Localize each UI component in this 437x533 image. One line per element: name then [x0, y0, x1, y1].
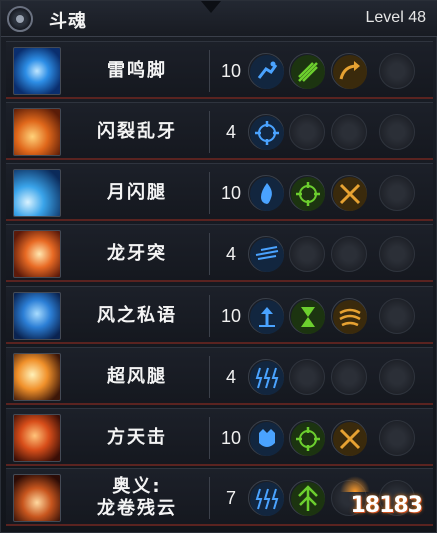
crossed-blades-icon[interactable]	[331, 420, 367, 456]
target-green-icon[interactable]	[289, 420, 325, 456]
row-divider	[209, 356, 210, 398]
empty-rune-slot[interactable]	[379, 236, 415, 272]
skill-level: 4	[225, 121, 236, 142]
empty-rune-slot[interactable]	[289, 236, 325, 272]
empty-rune-slot[interactable]	[379, 359, 415, 395]
empty-rune-slot[interactable]	[379, 420, 415, 456]
row-divider	[209, 172, 210, 214]
skill-level: 10	[220, 60, 242, 81]
blue-flame-icon[interactable]	[248, 175, 284, 211]
skill-name: 闪裂乱牙	[97, 121, 177, 142]
watermark-flame-icon	[340, 476, 370, 492]
panel-header: 斗魂 Level 48	[1, 1, 437, 37]
skill-row[interactable]: 龙牙突 4	[6, 224, 433, 282]
skill-row[interactable]: 月闪腿 10	[6, 163, 433, 221]
skill-row[interactable]: 风之私语 10	[6, 286, 433, 344]
burst-kick-icon[interactable]	[13, 353, 61, 401]
triple-bolt-icon[interactable]	[248, 480, 284, 516]
skill-name: 方天击	[107, 427, 167, 448]
row-divider	[209, 233, 210, 275]
target-green-icon[interactable]	[289, 175, 325, 211]
green-slash-icon[interactable]	[289, 53, 325, 89]
page-title: 斗魂	[49, 11, 87, 32]
fire-strike-icon[interactable]	[13, 414, 61, 462]
row-divider	[209, 50, 210, 92]
empty-rune-slot[interactable]	[331, 359, 367, 395]
skill-level: 7	[225, 487, 236, 508]
row-divider	[209, 295, 210, 337]
empty-rune-slot[interactable]	[379, 298, 415, 334]
row-divider	[209, 477, 210, 519]
empty-rune-slot[interactable]	[379, 114, 415, 150]
empty-rune-slot[interactable]	[331, 236, 367, 272]
speed-streak-icon[interactable]	[248, 236, 284, 272]
wind-whisper-icon[interactable]	[13, 292, 61, 340]
empty-rune-slot[interactable]	[379, 53, 415, 89]
tornado-icon[interactable]	[13, 474, 61, 522]
green-burst-icon[interactable]	[289, 480, 325, 516]
character-level: Level 48	[365, 9, 427, 26]
crescent-kick-icon[interactable]	[13, 169, 61, 217]
lightning-kick-icon[interactable]	[13, 47, 61, 95]
spiral-fire-icon[interactable]	[13, 230, 61, 278]
class-emblem-icon	[7, 6, 33, 32]
row-divider	[209, 417, 210, 459]
empty-rune-slot[interactable]	[289, 359, 325, 395]
jump-arrow-icon[interactable]	[248, 298, 284, 334]
skill-name: 雷鸣脚	[107, 60, 167, 81]
arrow-curve-icon[interactable]	[331, 53, 367, 89]
skill-row[interactable]: 闪裂乱牙 4	[6, 102, 433, 160]
skill-level: 10	[220, 427, 242, 448]
empty-rune-slot[interactable]	[379, 175, 415, 211]
skill-name: 风之私语	[97, 305, 177, 326]
skill-level: 10	[220, 182, 242, 203]
skill-name: 月闪腿	[107, 182, 167, 203]
skill-level: 10	[220, 305, 242, 326]
skill-row[interactable]: 方天击 10	[6, 408, 433, 466]
site-watermark: 18183	[350, 493, 423, 518]
empty-rune-slot[interactable]	[289, 114, 325, 150]
empty-rune-slot[interactable]	[331, 114, 367, 150]
header-notch	[201, 1, 221, 13]
triple-bolt-icon[interactable]	[248, 359, 284, 395]
skill-row[interactable]: 雷鸣脚 10	[6, 41, 433, 99]
skill-name: 奥义: 龙卷残云	[97, 476, 177, 519]
skill-row[interactable]: 超风腿 4	[6, 347, 433, 405]
fire-fist-icon[interactable]	[13, 108, 61, 156]
wind-swirl-icon[interactable]	[331, 298, 367, 334]
target-blue-icon[interactable]	[248, 114, 284, 150]
hourglass-down-icon[interactable]	[289, 298, 325, 334]
crossed-blades-icon[interactable]	[331, 175, 367, 211]
beast-head-icon[interactable]	[248, 420, 284, 456]
skill-name: 龙牙突	[107, 243, 167, 264]
skill-panel: 斗魂 Level 48 雷鸣脚 10 闪裂乱牙 4 月闪腿 10 龙牙突 4 风之私语 10 超风腿…	[0, 0, 437, 533]
row-divider	[209, 111, 210, 153]
skill-level: 4	[225, 366, 236, 387]
skill-name: 超风腿	[107, 366, 167, 387]
skill-level: 4	[225, 243, 236, 264]
dash-run-icon[interactable]	[248, 53, 284, 89]
